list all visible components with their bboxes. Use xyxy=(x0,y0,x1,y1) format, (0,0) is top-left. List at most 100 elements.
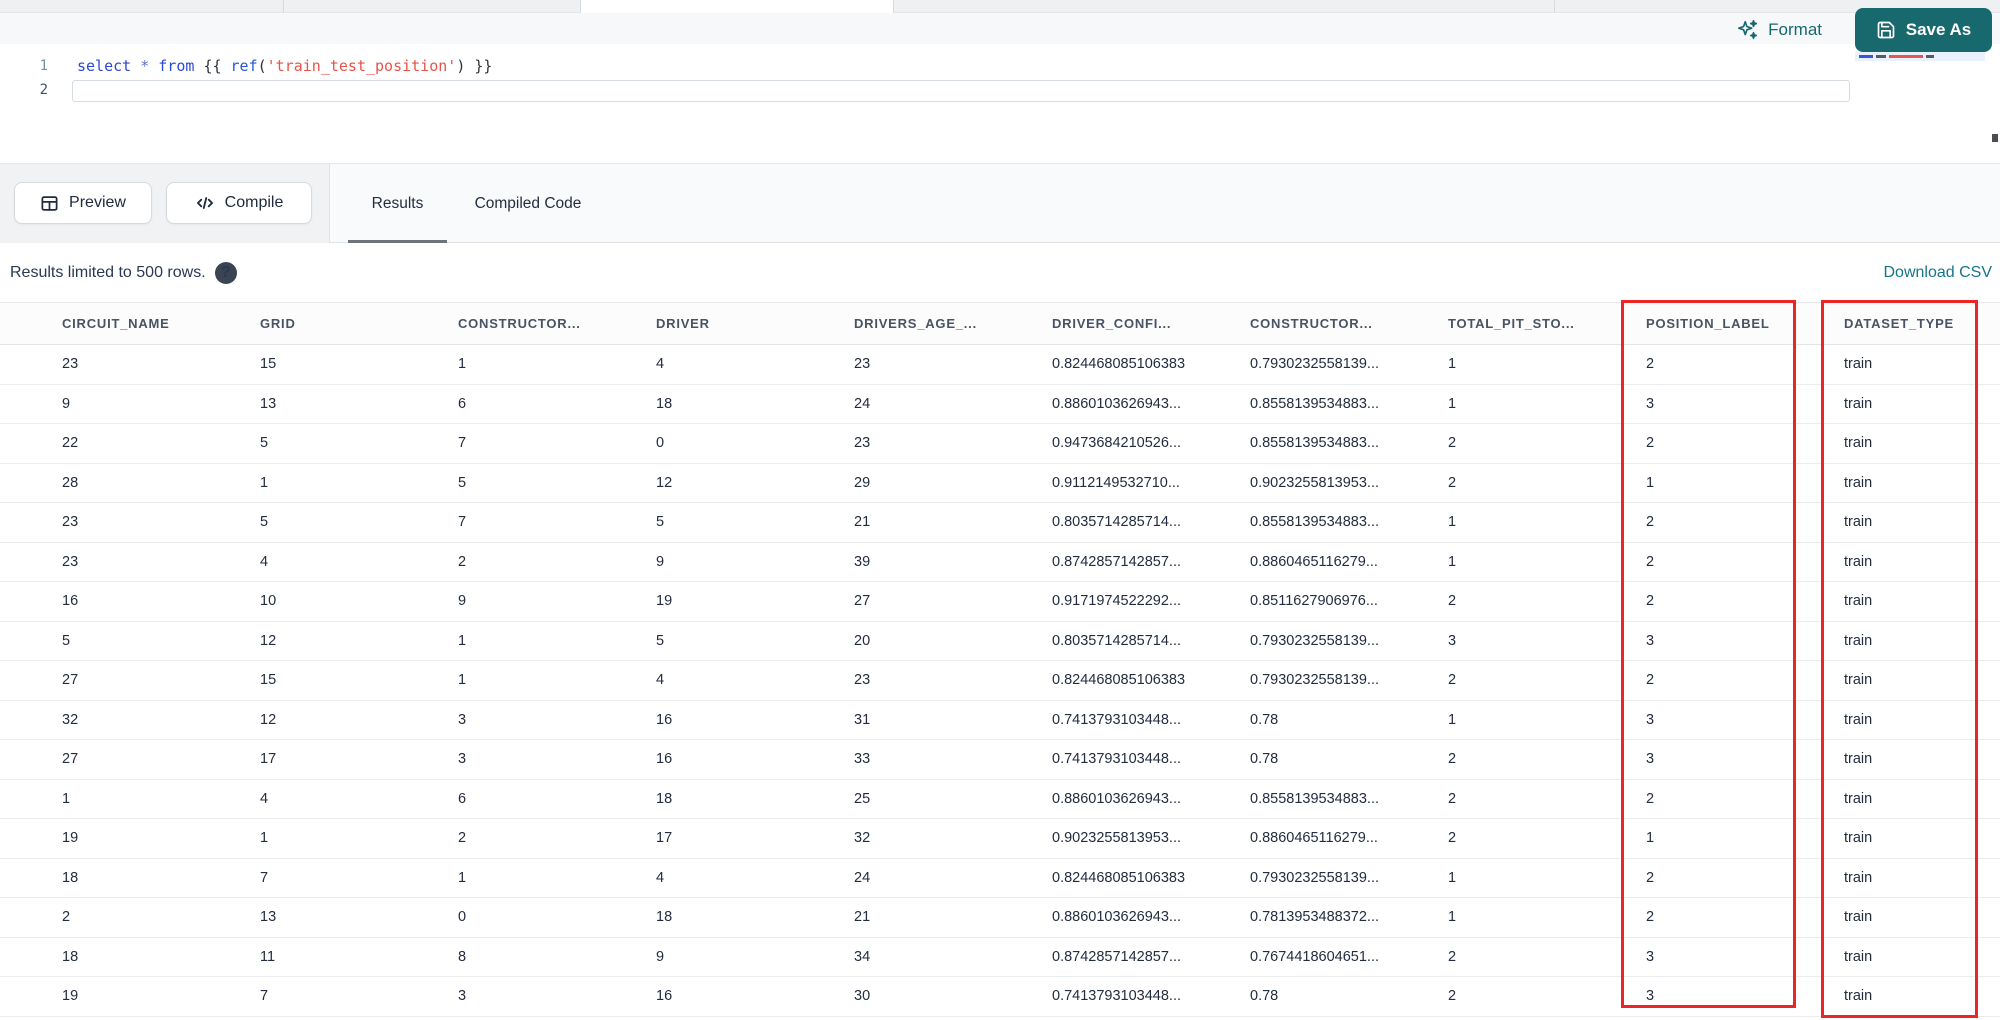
table-cell: 0.8742857142857... xyxy=(1052,948,1182,965)
table-cell: train xyxy=(1844,909,1873,926)
table-cell: train xyxy=(1844,553,1873,570)
help-icon[interactable]: ? xyxy=(214,262,237,284)
table-cell: 4 xyxy=(656,869,665,886)
table-cell: 0.7930232558139... xyxy=(1250,356,1380,373)
table-cell: 0.8035714285714... xyxy=(1052,514,1182,531)
table-cell: 30 xyxy=(854,988,871,1005)
code-line-1[interactable]: select * from {{ ref('train_test_positio… xyxy=(77,56,492,76)
table-cell: 0.8742857142857... xyxy=(1052,553,1182,570)
table-cell: 1 xyxy=(1448,909,1457,926)
table-cell: 0.8860465116279... xyxy=(1250,830,1378,847)
table-cell: 7 xyxy=(458,514,467,531)
table-cell: 19 xyxy=(62,988,79,1005)
table-cell: 29 xyxy=(854,474,871,491)
code-token: ref xyxy=(230,57,258,75)
table-cell: 0.8558139534883... xyxy=(1250,435,1380,452)
preview-button[interactable]: Preview xyxy=(14,182,152,224)
table-cell: 9 xyxy=(656,553,665,570)
table-cell: 10 xyxy=(260,593,277,610)
table-cell: train xyxy=(1844,948,1873,965)
table-cell: train xyxy=(1844,632,1873,649)
table-row: 16 10 9 19 27 0.9171974522292... 0.85116279069… xyxy=(0,582,2000,622)
table-cell: 1 xyxy=(458,356,467,373)
table-cell: 23 xyxy=(62,553,79,570)
table-cell: 2 xyxy=(1448,593,1457,610)
table-cell: 2 xyxy=(1448,474,1457,491)
scrollbar-marker[interactable] xyxy=(1992,134,1998,142)
tab-compiled-code[interactable]: Compiled Code xyxy=(468,164,588,243)
table-cell: 4 xyxy=(260,790,269,807)
table-cell: 1 xyxy=(458,672,467,689)
table-cell: 32 xyxy=(854,830,871,847)
table-cell: 22 xyxy=(62,435,79,452)
line-number-gutter: 1 2 xyxy=(0,54,48,102)
table-cell: train xyxy=(1844,514,1873,531)
table-cell: 12 xyxy=(260,632,277,649)
table-cell: 2 xyxy=(1448,830,1457,847)
table-cell: train xyxy=(1844,593,1873,610)
table-cell: 0.7413793103448... xyxy=(1052,711,1182,728)
code-icon xyxy=(195,193,215,213)
table-cell: 0.7930232558139... xyxy=(1250,632,1380,649)
minimap-code-mark xyxy=(1876,55,1886,58)
table-cell: 24 xyxy=(854,869,871,886)
table-row: 22 5 7 0 23 0.9473684210526... 0.8558139534883… xyxy=(0,424,2000,464)
table-cell: 2 xyxy=(1448,751,1457,768)
table-cell: 16 xyxy=(62,593,79,610)
table-cell: 0.78 xyxy=(1250,711,1279,728)
table-cell: 0.8558139534883... xyxy=(1250,514,1380,531)
active-file-tab[interactable] xyxy=(580,0,893,13)
active-line-highlight[interactable] xyxy=(72,80,1850,102)
table-cell: 7 xyxy=(260,869,269,886)
table-cell: 2 xyxy=(1448,790,1457,807)
tab-results[interactable]: Results xyxy=(348,164,447,243)
table-cell: 5 xyxy=(260,435,269,452)
sparkles-icon xyxy=(1737,19,1759,41)
code-editor[interactable]: 1 2 select * from {{ ref('train_test_pos… xyxy=(0,44,2000,163)
column-header: DRIVER_CONFI... xyxy=(1052,316,1172,331)
column-header: CONSTRUCTOR... xyxy=(1250,316,1373,331)
compile-button[interactable]: Compile xyxy=(166,182,312,224)
table-cell: 0 xyxy=(458,909,467,926)
table-cell: 0.7813953488372... xyxy=(1250,909,1380,926)
table-cell: 1 xyxy=(1448,711,1457,728)
table-cell: 5 xyxy=(656,514,665,531)
code-token: ) xyxy=(456,57,466,75)
action-bar: Preview Compile Results Compiled Code xyxy=(0,163,2000,243)
table-cell: 4 xyxy=(656,356,665,373)
table-cell: 5 xyxy=(62,632,71,649)
table-cell: 0 xyxy=(656,435,665,452)
table-cell: 2 xyxy=(1646,356,1655,373)
table-cell: 5 xyxy=(656,632,665,649)
table-cell: 33 xyxy=(854,751,871,768)
table-cell: 0.7930232558139... xyxy=(1250,869,1380,886)
table-cell: 0.7930232558139... xyxy=(1250,672,1380,689)
table-cell: 32 xyxy=(62,711,79,728)
table-cell: 39 xyxy=(854,553,871,570)
format-button[interactable]: Format xyxy=(1737,15,1822,45)
table-cell: 2 xyxy=(1448,672,1457,689)
table-icon xyxy=(40,194,59,213)
table-cell: 0.7413793103448... xyxy=(1052,751,1182,768)
code-token: ( xyxy=(257,57,267,75)
table-cell: 23 xyxy=(854,672,871,689)
table-cell: 0.8860103626943... xyxy=(1052,790,1182,807)
editor-minimap[interactable] xyxy=(1855,50,1993,163)
table-cell: train xyxy=(1844,830,1873,847)
table-cell: 2 xyxy=(1646,514,1655,531)
code-token: * xyxy=(140,57,150,75)
table-cell: 1 xyxy=(260,474,269,491)
minimap-code-mark xyxy=(1859,55,1873,58)
table-cell: 3 xyxy=(1646,751,1655,768)
table-cell: 6 xyxy=(458,395,467,412)
table-cell: 2 xyxy=(1646,593,1655,610)
results-info-bar: Results limited to 500 rows. ? Download … xyxy=(0,244,2000,302)
save-as-button[interactable]: Save As xyxy=(1855,8,1992,52)
table-row: 27 17 3 16 33 0.7413793103448... 0.78 2 3 train xyxy=(0,740,2000,780)
table-cell: 0.7413793103448... xyxy=(1052,988,1182,1005)
active-tab-underline xyxy=(348,240,447,243)
download-csv-link[interactable]: Download CSV xyxy=(1884,264,1993,282)
table-row: 28 1 5 12 29 0.9112149532710... 0.902325581395… xyxy=(0,463,2000,503)
tab-divider xyxy=(580,0,581,13)
table-cell: 3 xyxy=(1646,988,1655,1005)
